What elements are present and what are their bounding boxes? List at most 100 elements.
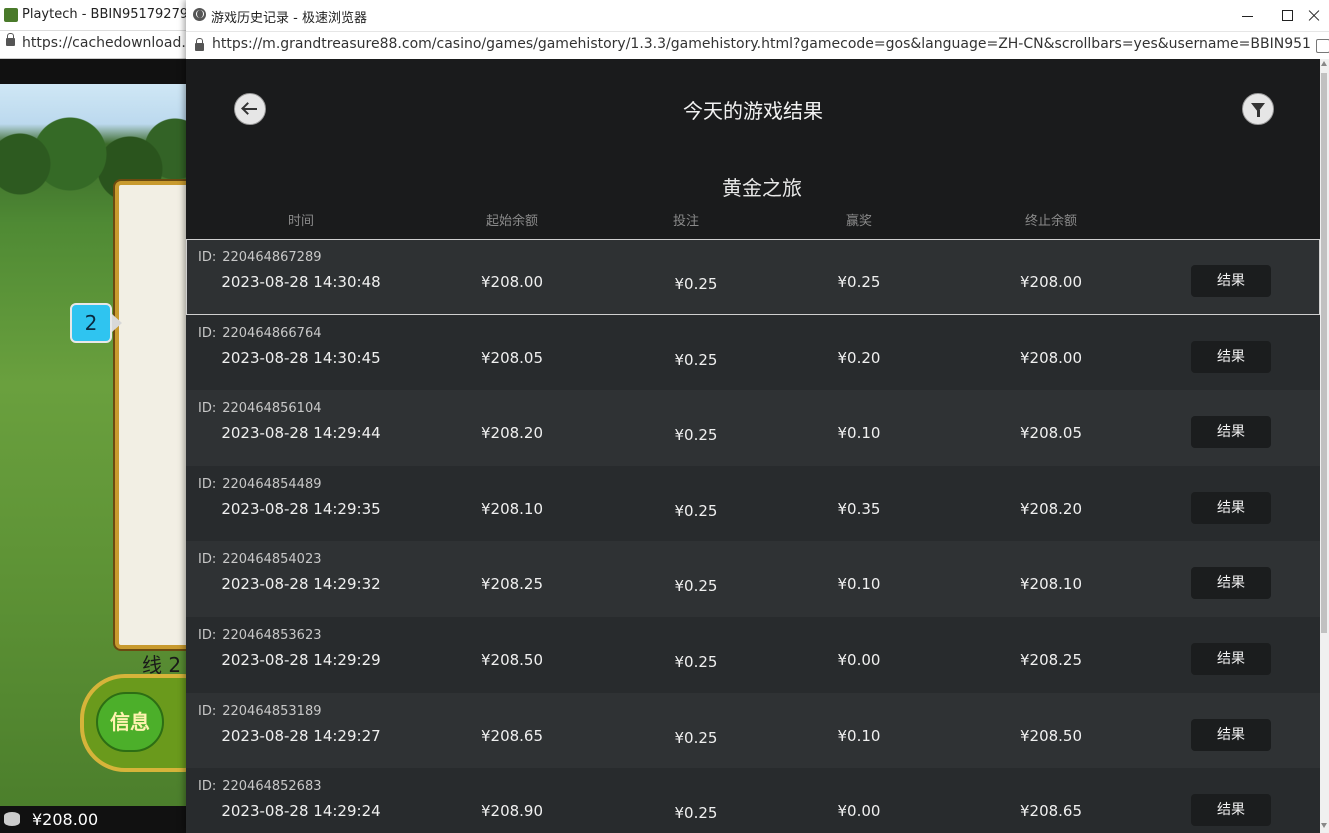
background-url: https://cachedownload.g bbox=[22, 35, 186, 51]
row-time: 2023-08-28 14:29:35 bbox=[221, 499, 381, 518]
row-start-balance: ¥208.65 bbox=[480, 726, 544, 745]
round-id: ID: 220464854489 bbox=[198, 477, 322, 492]
history-row[interactable]: ID: 220464854023 2023-08-28 14:29:32 ¥208… bbox=[186, 541, 1320, 617]
row-start-balance: ¥208.90 bbox=[480, 802, 544, 821]
row-start-balance: ¥208.50 bbox=[480, 650, 544, 669]
column-header-win: 赢奖 bbox=[845, 214, 872, 229]
page-viewport: 今天的游戏结果 黄金之旅 时间 起始余额 投注 赢奖 终止余额 ID: 22046… bbox=[186, 59, 1329, 833]
id-label: ID: bbox=[198, 703, 217, 719]
row-end-balance: ¥208.25 bbox=[1019, 650, 1083, 669]
background-address-bar[interactable]: https://cachedownload.g bbox=[0, 31, 186, 59]
minimize-button[interactable] bbox=[1223, 0, 1263, 30]
column-header-end-balance: 终止余额 bbox=[1024, 214, 1077, 229]
result-button[interactable]: 结果 bbox=[1191, 642, 1271, 675]
balance-amount: ¥208.00 bbox=[32, 810, 99, 829]
id-label: ID: bbox=[198, 476, 217, 492]
id-label: ID: bbox=[198, 552, 217, 568]
history-row[interactable]: ID: 220464853623 2023-08-28 14:29:29 ¥208… bbox=[186, 616, 1320, 693]
result-button[interactable]: 结果 bbox=[1191, 794, 1271, 827]
id-label: ID: bbox=[198, 779, 217, 795]
history-row[interactable]: ID: 220464853189 2023-08-28 14:29:27 ¥208… bbox=[186, 692, 1320, 769]
globe-icon bbox=[193, 8, 206, 21]
page-title: 今天的游戏结果 bbox=[683, 99, 823, 123]
history-list: ID: 220464867289 2023-08-28 14:30:48 ¥208… bbox=[186, 239, 1320, 833]
row-bet: ¥0.25 bbox=[674, 275, 718, 293]
row-start-balance: ¥208.10 bbox=[480, 499, 544, 518]
row-bet: ¥0.25 bbox=[674, 501, 718, 520]
paytable-panel bbox=[115, 181, 186, 649]
close-button[interactable] bbox=[1303, 0, 1329, 30]
round-id: ID: 220464853189 bbox=[198, 704, 322, 719]
row-win: ¥0.35 bbox=[837, 499, 881, 518]
lock-icon bbox=[195, 38, 204, 51]
row-start-balance: ¥208.00 bbox=[480, 273, 544, 291]
filter-button[interactable] bbox=[1242, 93, 1274, 125]
result-button[interactable]: 结果 bbox=[1191, 265, 1271, 297]
result-button[interactable]: 结果 bbox=[1191, 718, 1271, 751]
result-button[interactable]: 结果 bbox=[1191, 491, 1271, 524]
window-titlebar[interactable]: 游戏历史记录 - 极速浏览器 bbox=[186, 0, 1329, 30]
id-value: 220464853623 bbox=[222, 627, 322, 643]
url-text[interactable]: https://m.grandtreasure88.com/casino/gam… bbox=[212, 36, 1312, 52]
row-win: ¥0.10 bbox=[837, 575, 881, 594]
row-win: ¥0.20 bbox=[837, 348, 881, 367]
row-bet: ¥0.25 bbox=[674, 350, 718, 369]
row-time: 2023-08-28 14:30:45 bbox=[221, 348, 381, 367]
row-time: 2023-08-28 14:30:48 bbox=[221, 273, 381, 291]
history-row[interactable]: ID: 220464866764 2023-08-28 14:30:45 ¥208… bbox=[186, 314, 1320, 391]
history-row[interactable]: ID: 220464852683 2023-08-28 14:29:24 ¥208… bbox=[186, 768, 1320, 833]
row-win: ¥0.25 bbox=[837, 273, 881, 291]
column-header-start-balance: 起始余额 bbox=[485, 214, 538, 229]
round-id: ID: 220464867289 bbox=[198, 250, 322, 265]
history-row[interactable]: ID: 220464854489 2023-08-28 14:29:35 ¥208… bbox=[186, 465, 1320, 542]
result-button[interactable]: 结果 bbox=[1191, 340, 1271, 373]
id-value: 220464866764 bbox=[222, 325, 322, 341]
row-start-balance: ¥208.20 bbox=[480, 424, 544, 443]
result-button[interactable]: 结果 bbox=[1191, 567, 1271, 600]
id-label: ID: bbox=[198, 250, 217, 265]
history-row[interactable]: ID: 220464867289 2023-08-28 14:30:48 ¥208… bbox=[186, 239, 1320, 315]
id-value: 220464853189 bbox=[222, 703, 322, 719]
row-end-balance: ¥208.50 bbox=[1019, 726, 1083, 745]
address-bar[interactable]: https://m.grandtreasure88.com/casino/gam… bbox=[186, 31, 1329, 60]
row-time: 2023-08-28 14:29:32 bbox=[221, 575, 381, 594]
row-win: ¥0.10 bbox=[837, 726, 881, 745]
scroll-down-arrow-icon[interactable] bbox=[1321, 823, 1327, 828]
info-button[interactable]: 信息 bbox=[96, 692, 164, 752]
id-value: 220464854023 bbox=[222, 552, 322, 568]
translate-icon[interactable] bbox=[1316, 39, 1329, 53]
id-label: ID: bbox=[198, 627, 217, 643]
row-bet: ¥0.25 bbox=[674, 577, 718, 596]
background-titlebar[interactable]: Playtech - BBIN951792798 - bbox=[0, 0, 186, 31]
round-id: ID: 220464852683 bbox=[198, 779, 322, 794]
row-win: ¥0.00 bbox=[837, 650, 881, 669]
result-button[interactable]: 结果 bbox=[1191, 416, 1271, 449]
id-value: 220464852683 bbox=[222, 779, 322, 795]
row-time: 2023-08-28 14:29:44 bbox=[221, 424, 381, 443]
history-row[interactable]: ID: 220464856104 2023-08-28 14:29:44 ¥208… bbox=[186, 390, 1320, 466]
scrollbar-thumb[interactable] bbox=[1321, 73, 1327, 633]
row-bet: ¥0.25 bbox=[674, 728, 718, 747]
background-top-bar bbox=[0, 59, 186, 84]
line-badge: 2 bbox=[70, 303, 122, 343]
vertical-scrollbar[interactable] bbox=[1320, 59, 1329, 833]
row-end-balance: ¥208.10 bbox=[1019, 575, 1083, 594]
maximize-button[interactable] bbox=[1263, 0, 1303, 30]
row-time: 2023-08-28 14:29:24 bbox=[221, 802, 381, 821]
balance-bar: ¥208.00 bbox=[0, 806, 186, 833]
scroll-up-arrow-icon[interactable] bbox=[1321, 61, 1327, 66]
id-label: ID: bbox=[198, 401, 217, 417]
round-id: ID: 220464866764 bbox=[198, 326, 322, 341]
row-end-balance: ¥208.00 bbox=[1019, 348, 1083, 367]
game-scene: 2 线 2 信息 bbox=[0, 84, 186, 806]
row-start-balance: ¥208.25 bbox=[480, 575, 544, 594]
row-end-balance: ¥208.65 bbox=[1019, 802, 1083, 821]
id-value: 220464854489 bbox=[222, 476, 322, 492]
id-value: 220464867289 bbox=[222, 250, 322, 265]
lock-icon bbox=[6, 33, 15, 46]
row-start-balance: ¥208.05 bbox=[480, 348, 544, 367]
playtech-favicon-icon bbox=[4, 8, 18, 22]
coins-icon bbox=[4, 812, 20, 826]
row-bet: ¥0.25 bbox=[674, 652, 718, 671]
page-header: 今天的游戏结果 黄金之旅 时间 起始余额 投注 赢奖 终止余额 bbox=[186, 59, 1320, 239]
